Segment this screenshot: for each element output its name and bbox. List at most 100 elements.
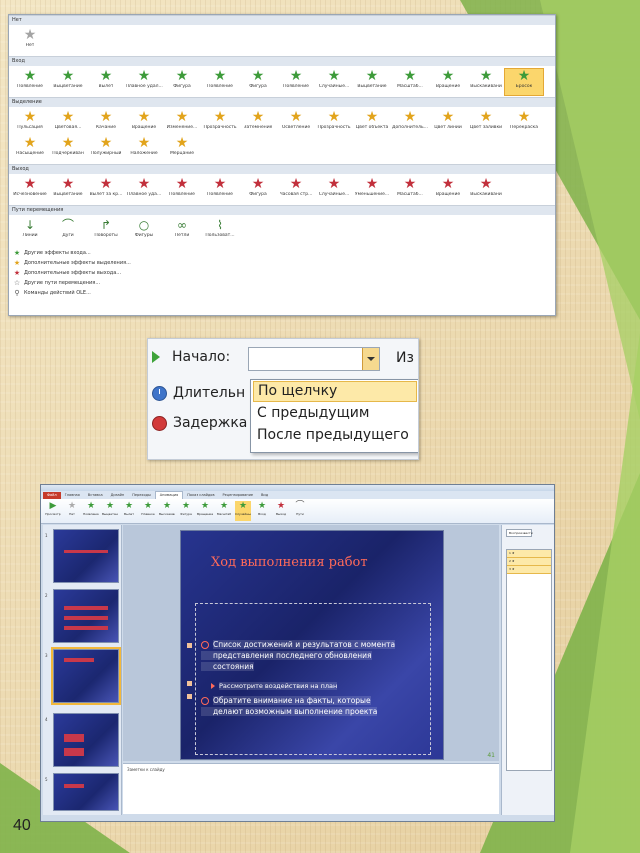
entrance-effect[interactable]: ★ Фигура — [163, 69, 201, 95]
entrance-effect[interactable]: ★ Фигура — [239, 69, 277, 95]
motion-path-effect[interactable]: ↱ Повороты — [87, 218, 125, 244]
emphasis-effect[interactable]: ★ Дополнитель... — [391, 110, 429, 136]
ribbon-effect[interactable]: ★ Вращение — [197, 501, 213, 521]
emphasis-effect[interactable]: ★ Пульсация — [11, 110, 49, 136]
motion-path-effect[interactable]: ∞ Петли — [163, 218, 201, 244]
slide-thumbnail[interactable] — [53, 589, 119, 643]
entrance-effect[interactable]: ★ Вращение — [429, 69, 467, 95]
emphasis-effect[interactable]: ★ Качание — [87, 110, 125, 136]
ribbon-effect[interactable]: ★ Появление — [83, 501, 99, 521]
play-button[interactable]: Воспроизвести — [506, 529, 533, 537]
tab-view[interactable]: Вид — [257, 492, 272, 499]
exit-effect[interactable]: ★ Исчезновение — [11, 177, 49, 203]
notes-pane[interactable]: Заметки к слайду — [123, 763, 499, 814]
emphasis-effect[interactable]: ★ Перекраска — [505, 110, 543, 136]
ribbon-effect[interactable]: ★Выцветание — [102, 501, 118, 521]
ribbon-effect[interactable]: ★ Масштаб — [216, 501, 232, 521]
more-emphasis-link[interactable]: ★ Дополнительные эффекты выделения... — [13, 258, 551, 268]
option-with-previous[interactable]: С предыдущим — [253, 403, 417, 424]
exit-effect[interactable]: ★ Вылет за кр... — [87, 177, 125, 203]
tab-transitions[interactable]: Переходы — [128, 492, 155, 499]
ribbon-effect[interactable]: ★ Выход — [273, 501, 289, 521]
tab-design[interactable]: Дизайн — [107, 492, 129, 499]
exit-effect[interactable]: ★ Случайные... — [315, 177, 353, 203]
slide-thumbnail-selected[interactable] — [51, 647, 121, 705]
entrance-effect[interactable]: ★ Появление — [277, 69, 315, 95]
entrance-effect[interactable]: ★ Появление — [11, 69, 49, 95]
emphasis-effect[interactable]: ★ Полужирный — [87, 136, 125, 162]
animation-tag[interactable] — [187, 694, 192, 699]
entrance-effect[interactable]: ★ Появление — [201, 69, 239, 95]
tab-animations[interactable]: Анимация — [154, 491, 184, 499]
ribbon-effect[interactable]: ★ Нет — [64, 501, 80, 521]
entrance-effect[interactable]: ★ Выцветание — [49, 69, 87, 95]
motion-path-effect[interactable]: ○ Фигуры — [125, 218, 163, 244]
emphasis-effect[interactable]: ★ Цвет линии — [429, 110, 467, 136]
exit-effect[interactable]: ★ Вращение — [429, 177, 467, 203]
ribbon-effect[interactable]: ⌒ Пути — [292, 501, 308, 521]
emphasis-effect[interactable]: ★ Цвет объекта — [353, 110, 391, 136]
emphasis-effect[interactable]: ★ Вращение — [125, 110, 163, 136]
ole-actions-link[interactable]: ⚲ Команды действий OLE... — [13, 288, 551, 298]
motion-path-effect[interactable]: ⌒ Дуги — [49, 218, 87, 244]
ribbon-effect[interactable]: ★ Вход — [254, 501, 270, 521]
motion-path-effect[interactable]: ⌇ Пользоват... — [201, 218, 239, 244]
emphasis-effect[interactable]: ★ Наложение — [125, 136, 163, 162]
entrance-effect[interactable]: ★ Плавное удал... — [125, 69, 163, 95]
emphasis-effect[interactable]: ★ Цветовая... — [49, 110, 87, 136]
exit-effect[interactable]: ★ Фигура — [239, 177, 277, 203]
more-exit-link[interactable]: ★ Дополнительные эффекты выхода... — [13, 268, 551, 278]
emphasis-effect[interactable]: ★ Насыщение — [11, 136, 49, 162]
ribbon-effect[interactable]: ★Выскакивание — [159, 501, 175, 521]
ribbon-effect[interactable]: ★ Плавное — [140, 501, 156, 521]
start-combobox[interactable] — [248, 347, 380, 371]
exit-effect[interactable]: ★ Уменьшение... — [353, 177, 391, 203]
option-after-previous[interactable]: После предыдущего — [253, 425, 417, 446]
slide-title[interactable]: Ход выполнения работ — [211, 555, 368, 570]
ribbon-effect[interactable]: ★ Фигура — [178, 501, 194, 521]
ribbon-effect-selected[interactable]: ★ Случайные — [235, 501, 251, 521]
motion-path-effect[interactable]: ↓ Линии — [11, 218, 49, 244]
animation-tag[interactable] — [187, 681, 192, 686]
option-on-click[interactable]: По щелчку — [253, 381, 417, 402]
exit-effect[interactable]: ★ Масштаб... — [391, 177, 429, 203]
animation-list-item[interactable]: 1 ★ — [507, 550, 551, 558]
tab-file[interactable]: Файл — [43, 491, 61, 499]
animation-list-item[interactable]: 3 ★ — [507, 566, 551, 574]
tab-insert[interactable]: Вставка — [84, 492, 107, 499]
slide-thumbnail[interactable] — [53, 529, 119, 583]
emphasis-effect[interactable]: ★ Прозрачность — [201, 110, 239, 136]
emphasis-effect[interactable]: ★ Изменение... — [163, 110, 201, 136]
ribbon-effect[interactable]: ★ Вылет — [121, 501, 137, 521]
animation-list-item[interactable]: 2 ★ — [507, 558, 551, 566]
tab-slideshow[interactable]: Показ слайдов — [183, 492, 218, 499]
emphasis-effect[interactable]: ★ Прозрачность — [315, 110, 353, 136]
exit-effect[interactable]: ★ Появление — [201, 177, 239, 203]
preview-button[interactable]: ▶ Просмотр — [45, 501, 61, 521]
emphasis-effect[interactable]: ★ Цвет заливки — [467, 110, 505, 136]
entrance-effect[interactable]: ★ Масштаб... — [391, 69, 429, 95]
chevron-down-icon[interactable] — [362, 348, 379, 370]
emphasis-effect[interactable]: ★ Затемнение — [239, 110, 277, 136]
entrance-effect[interactable]: ★ Выцветание — [353, 69, 391, 95]
effect-none[interactable]: ★ Нет — [11, 28, 49, 54]
more-paths-link[interactable]: ☆ Другие пути перемещения... — [13, 278, 551, 288]
exit-effect[interactable]: ★ Часовая стр... — [277, 177, 315, 203]
slide-thumbnail[interactable] — [53, 773, 119, 811]
exit-effect[interactable]: ★ Выскакивани — [467, 177, 505, 203]
entrance-effect[interactable]: ★ Выскакивани — [467, 69, 505, 95]
more-entrance-link[interactable]: ★ Другие эффекты входа... — [13, 248, 551, 258]
content-placeholder[interactable] — [195, 603, 431, 755]
exit-effect[interactable]: ★ Выцветание — [49, 177, 87, 203]
exit-effect[interactable]: ★ Плавное уда... — [125, 177, 163, 203]
exit-effect[interactable]: ★ Появление — [163, 177, 201, 203]
animation-tag[interactable] — [187, 643, 192, 648]
entrance-effect[interactable]: ★ Случайные... — [315, 69, 353, 95]
slide-thumbnail[interactable] — [53, 713, 119, 767]
emphasis-effect[interactable]: ★ Подчеркиван — [49, 136, 87, 162]
emphasis-effect[interactable]: ★ Мерцание — [163, 136, 201, 162]
tab-review[interactable]: Рецензирование — [219, 492, 258, 499]
entrance-effect-selected[interactable]: ★ Бросок — [504, 68, 544, 96]
entrance-effect[interactable]: ★ Вылет — [87, 69, 125, 95]
emphasis-effect[interactable]: ★ Осветление — [277, 110, 315, 136]
